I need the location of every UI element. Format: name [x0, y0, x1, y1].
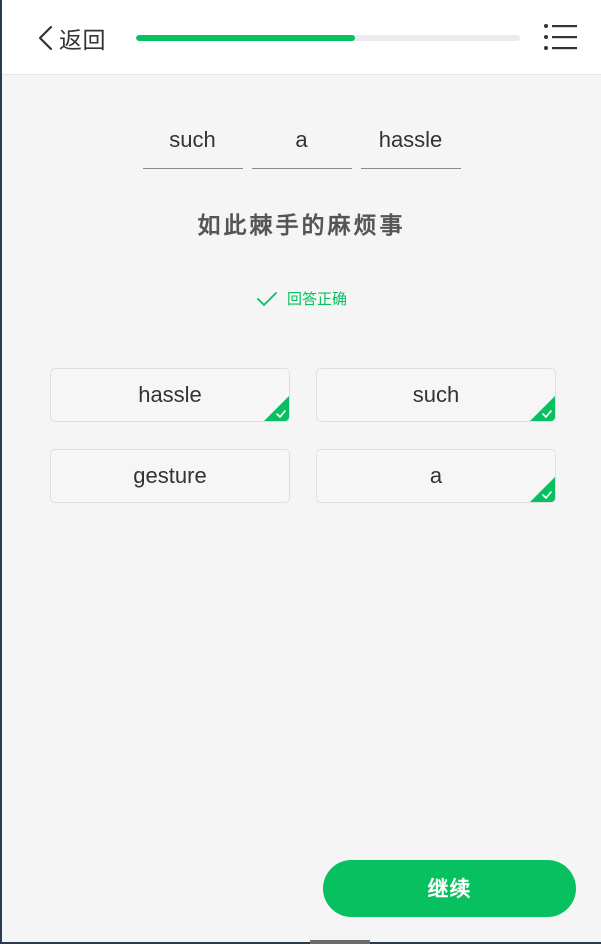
word-option-label: hassle [138, 382, 202, 407]
word-option-label: a [429, 463, 443, 488]
word-option[interactable]: hassle [50, 368, 290, 422]
top-bar: 返回 [2, 0, 601, 75]
check-corner-icon [264, 396, 289, 421]
app-frame: 返回 such a hassle 如此棘手的麻烦事 回答正确 hassle su… [0, 0, 601, 944]
progress-fill [136, 35, 355, 41]
check-icon [257, 291, 277, 306]
word-option[interactable]: such [316, 368, 556, 422]
menu-list-icon[interactable] [543, 22, 579, 52]
result-text: 回答正确 [286, 290, 347, 308]
word-option-label: gesture [133, 463, 207, 488]
word-options: hassle such gesture a [50, 368, 556, 503]
translation-text: 如此棘手的麻烦事 [197, 213, 406, 239]
answer-slot[interactable]: such [142, 118, 243, 169]
answer-slot[interactable]: hassle [360, 118, 461, 169]
word-option-label: such [412, 382, 460, 407]
back-button[interactable]: 返回 [36, 22, 106, 54]
check-corner-icon [530, 396, 555, 421]
word-option[interactable]: a [316, 449, 556, 503]
chevron-left-icon [38, 25, 53, 51]
back-label: 返回 [59, 28, 106, 54]
bottom-edge-tab [310, 940, 370, 944]
progress-bar [136, 35, 520, 41]
answer-slot[interactable]: a [251, 118, 352, 169]
result-status: 回答正确 [2, 288, 601, 309]
check-corner-icon [530, 477, 555, 502]
continue-button[interactable]: 继续 [323, 860, 576, 917]
answer-slots: such a hassle [2, 118, 601, 169]
word-option[interactable]: gesture [50, 449, 290, 503]
